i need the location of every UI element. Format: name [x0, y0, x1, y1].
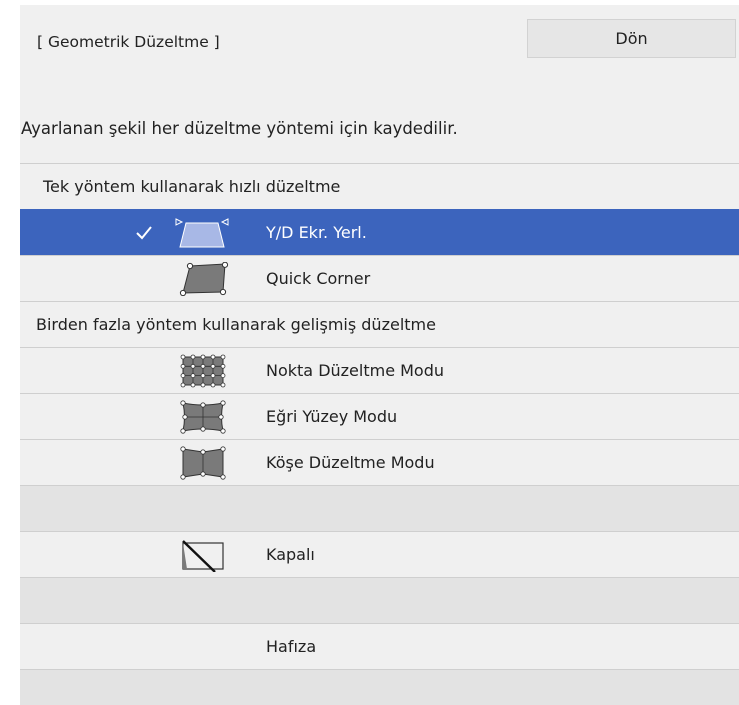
menu-item-label: Eğri Yüzey Modu [266, 407, 398, 426]
geometry-correction-panel: [ Geometrik Düzeltme ] Dön Ayarlanan şek… [20, 5, 739, 705]
menu-item-label: Köşe Düzeltme Modu [266, 453, 435, 472]
quick-corner-icon [179, 262, 229, 296]
hv-keystone-icon [175, 218, 229, 248]
menu-item-hv-keystone[interactable]: Y/D Ekr. Yerl. [20, 209, 739, 255]
off-icon [182, 540, 224, 572]
menu-item-label: Kapalı [266, 545, 315, 564]
blank-row [20, 577, 739, 623]
menu-item-label: Hafıza [266, 637, 317, 656]
point-grid-icon [180, 354, 226, 388]
checkmark-icon [136, 226, 152, 240]
menu-item-corner-wall[interactable]: Köşe Düzeltme Modu [20, 439, 739, 485]
menu-item-label: Nokta Düzeltme Modu [266, 361, 445, 380]
corner-wall-icon [180, 446, 226, 480]
section-header-multi: Birden fazla yöntem kullanarak gelişmiş … [20, 301, 739, 347]
back-button[interactable]: Dön [527, 19, 736, 58]
menu-item-point-correction[interactable]: Nokta Düzeltme Modu [20, 347, 739, 393]
menu-item-off[interactable]: Kapalı [20, 531, 739, 577]
menu-item-curved-surface[interactable]: Eğri Yüzey Modu [20, 393, 739, 439]
section-label: Tek yöntem kullanarak hızlı düzeltme [43, 177, 341, 196]
curved-surface-icon [180, 400, 226, 434]
blank-row [20, 485, 739, 531]
info-text: Ayarlanan şekil her düzeltme yöntemi içi… [21, 119, 458, 138]
menu-item-label: Quick Corner [266, 269, 371, 288]
menu-item-memory[interactable]: Hafıza [20, 623, 739, 669]
section-label: Birden fazla yöntem kullanarak gelişmiş … [36, 315, 436, 334]
bottom-strip [20, 669, 739, 705]
menu-item-quick-corner[interactable]: Quick Corner [20, 255, 739, 301]
menu-item-label: Y/D Ekr. Yerl. [266, 223, 367, 242]
panel-title: [ Geometrik Düzeltme ] [37, 33, 220, 51]
section-header-single: Tek yöntem kullanarak hızlı düzeltme [20, 163, 739, 209]
